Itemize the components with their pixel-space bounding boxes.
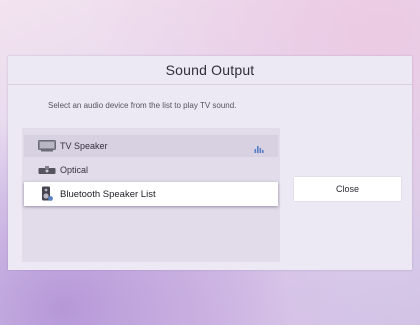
optical-icon bbox=[38, 163, 56, 177]
device-item-bluetooth-speaker-list[interactable]: Bluetooth Speaker List bbox=[24, 182, 278, 206]
device-item-tv-speaker[interactable]: TV Speaker bbox=[24, 135, 278, 157]
active-sound-icon bbox=[254, 141, 264, 153]
tv-speaker-icon bbox=[38, 139, 56, 153]
instruction-text: Select an audio device from the list to … bbox=[48, 101, 237, 110]
device-label: TV Speaker bbox=[60, 141, 108, 151]
sound-output-dialog: Sound Output Select an audio device from… bbox=[8, 56, 412, 270]
device-list: TV Speaker Optical Bluetooth Speaker Lis… bbox=[22, 128, 280, 262]
close-button[interactable]: Close bbox=[294, 177, 401, 201]
title-divider bbox=[8, 84, 412, 85]
device-label: Optical bbox=[60, 165, 89, 175]
bluetooth-speaker-icon bbox=[38, 186, 56, 201]
device-item-optical[interactable]: Optical bbox=[24, 159, 278, 181]
device-label: Bluetooth Speaker List bbox=[60, 188, 156, 200]
dialog-title: Sound Output bbox=[165, 62, 255, 78]
